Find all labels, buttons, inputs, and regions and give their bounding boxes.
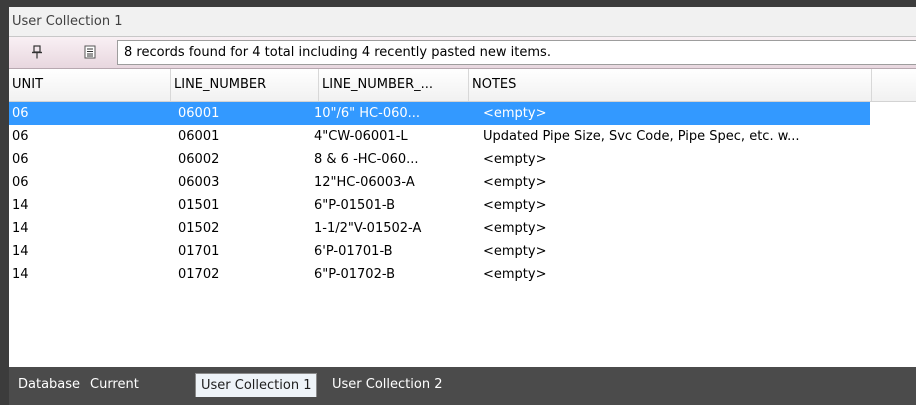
cell-unit[interactable]: 14 (9, 194, 157, 217)
cell-unit[interactable]: 14 (9, 263, 157, 286)
table-row[interactable]: 14 01702 6"P-01702-B <empty> (9, 263, 916, 286)
cell-unit[interactable]: 06 (9, 148, 157, 171)
cell-notes[interactable]: <empty> (480, 148, 878, 171)
panel-title: User Collection 1 (9, 7, 916, 37)
cell-line-number-full[interactable]: 6'P-01701-B (311, 240, 464, 263)
cell-unit[interactable]: 14 (9, 240, 157, 263)
tab-user-collection-1[interactable]: User Collection 1 (195, 373, 318, 397)
cell-line-number-full[interactable]: 12"HC-06003-A (311, 171, 464, 194)
cell-notes[interactable]: <empty> (480, 102, 878, 125)
cell-notes[interactable]: <empty> (480, 194, 878, 217)
cell-line-number[interactable]: 01501 (175, 194, 323, 217)
table-row[interactable]: 14 01701 6'P-01701-B <empty> (9, 240, 916, 263)
column-header-unit[interactable]: UNIT (9, 69, 171, 101)
collection-tab-bar: Database Current User Collection 1 User … (9, 367, 916, 405)
table-row[interactable]: 06 06001 4"CW-06001-L Updated Pipe Size,… (9, 125, 916, 148)
cell-line-number[interactable]: 06001 (175, 125, 323, 148)
cell-unit[interactable]: 14 (9, 217, 157, 240)
column-header-line-number[interactable]: LINE_NUMBER (171, 69, 319, 101)
list-menu-icon[interactable] (80, 42, 100, 62)
cell-line-number-full[interactable]: 8 & 6 -HC-060... (311, 148, 464, 171)
column-header-empty (872, 69, 916, 101)
cell-notes[interactable]: <empty> (480, 217, 878, 240)
cell-unit[interactable]: 06 (9, 125, 157, 148)
tab-database[interactable]: Database (13, 373, 85, 397)
table-row[interactable]: 06 06002 8 & 6 -HC-060... <empty> (9, 148, 916, 171)
table-row[interactable]: 06 06001 10"/6" HC-060... <empty> (9, 102, 916, 125)
cell-line-number[interactable]: 01702 (175, 263, 323, 286)
cell-line-number-full[interactable]: 6"P-01702-B (311, 263, 464, 286)
cell-line-number-full[interactable]: 4"CW-06001-L (311, 125, 464, 148)
cell-line-number[interactable]: 06002 (175, 148, 323, 171)
collection-panel: User Collection 1 8 records found for 4 … (0, 0, 916, 405)
column-header-notes[interactable]: NOTES (469, 69, 872, 101)
cell-line-number-full[interactable]: 1-1/2"V-01502-A (311, 217, 464, 240)
cell-notes[interactable]: <empty> (480, 263, 878, 286)
cell-unit[interactable]: 06 (9, 171, 157, 194)
cell-notes[interactable]: <empty> (480, 240, 878, 263)
cell-line-number-full[interactable]: 10"/6" HC-060... (311, 102, 464, 125)
column-header-line-number-full[interactable]: LINE_NUMBER_... (319, 69, 469, 101)
status-text: 8 records found for 4 total including 4 … (117, 40, 916, 65)
cell-unit[interactable]: 06 (9, 102, 157, 125)
cell-line-number-full[interactable]: 6"P-01501-B (311, 194, 464, 217)
toolbar: 8 records found for 4 total including 4 … (9, 37, 916, 69)
cell-line-number[interactable]: 01701 (175, 240, 323, 263)
pin-icon[interactable] (27, 42, 47, 62)
cell-notes[interactable]: Updated Pipe Size, Svc Code, Pipe Spec, … (480, 125, 878, 148)
cell-line-number[interactable]: 06001 (175, 102, 323, 125)
table-row[interactable]: 06 06003 12"HC-06003-A <empty> (9, 171, 916, 194)
grid-header: UNIT LINE_NUMBER LINE_NUMBER_... NOTES (9, 69, 916, 102)
cell-notes[interactable]: <empty> (480, 171, 878, 194)
tab-current[interactable]: Current (85, 373, 144, 397)
records-grid: UNIT LINE_NUMBER LINE_NUMBER_... NOTES 0… (9, 69, 916, 286)
cell-line-number[interactable]: 01502 (175, 217, 323, 240)
cell-line-number[interactable]: 06003 (175, 171, 323, 194)
tab-user-collection-2[interactable]: User Collection 2 (327, 373, 447, 397)
table-row[interactable]: 14 01502 1-1/2"V-01502-A <empty> (9, 217, 916, 240)
table-row[interactable]: 14 01501 6"P-01501-B <empty> (9, 194, 916, 217)
